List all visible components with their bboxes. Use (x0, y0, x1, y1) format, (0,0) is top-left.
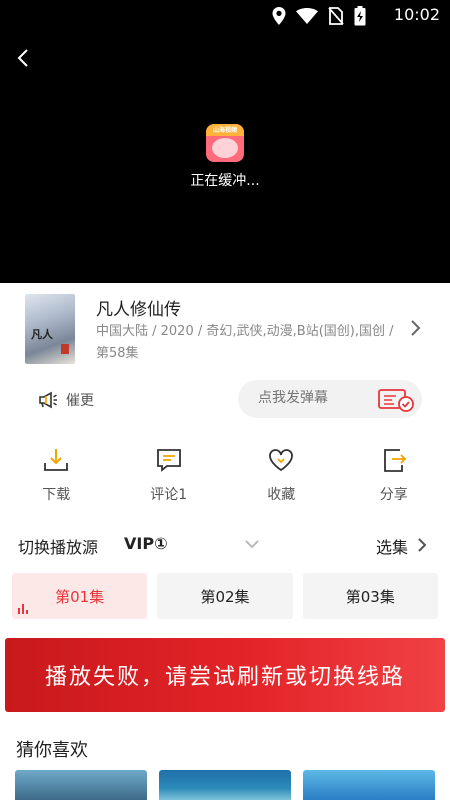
chevron-right-icon[interactable] (408, 319, 422, 337)
show-info-card[interactable]: 凡人 凡人修仙传 中国大陆 / 2020 / 奇幻,武侠,动漫,B站(国创),国… (0, 283, 450, 373)
location-icon (272, 7, 286, 25)
share-icon (383, 449, 407, 472)
megaphone-icon (39, 391, 57, 409)
recommend-title: 猜你喜欢 (16, 740, 88, 761)
share-button[interactable]: 分享 (338, 446, 450, 516)
buffering-text: 正在缓冲... (190, 173, 260, 189)
heart-icon (269, 449, 294, 472)
urge-label: 催更 (66, 393, 94, 409)
show-meta: 中国大陆 / 2020 / 奇幻,武侠,动漫,B站(国创),国创 / 第58集 (96, 324, 394, 361)
status-bar: 10:02 (0, 0, 450, 30)
wifi-icon (296, 8, 318, 24)
danmaku-bar (238, 380, 422, 418)
source-row: 切换播放源 VIP① 选集 (0, 530, 450, 560)
recommend-card[interactable] (15, 770, 147, 800)
back-arrow-icon[interactable] (12, 46, 36, 70)
comment-button[interactable]: 评论1 (113, 446, 226, 516)
recommend-card[interactable] (159, 770, 291, 800)
source-label: 切换播放源 (18, 538, 99, 557)
recommend-list (15, 770, 435, 800)
chevron-down-icon[interactable] (244, 538, 260, 550)
comment-icon (156, 449, 181, 472)
episode-item[interactable]: 第01集 (12, 573, 148, 619)
recommend-card[interactable] (303, 770, 435, 800)
download-icon (44, 449, 69, 471)
action-bar: 下载 评论1 收藏 分享 (0, 446, 450, 516)
show-poster: 凡人 (25, 294, 75, 364)
show-title: 凡人修仙传 (96, 300, 181, 320)
urge-update-button[interactable]: 催更 (38, 390, 94, 410)
app-logo: 山海视频 (206, 124, 244, 162)
buffering-indicator: 山海视频 正在缓冲... (0, 124, 450, 190)
episode-item[interactable]: 第03集 (302, 573, 438, 619)
episode-item[interactable]: 第02集 (157, 573, 293, 619)
status-time: 10:02 (393, 5, 440, 24)
chevron-right-icon[interactable] (416, 536, 428, 554)
video-player[interactable]: 10:02 山海视频 正在缓冲... (0, 0, 450, 283)
danmaku-toggle-icon[interactable] (378, 388, 414, 412)
playing-bars-icon (18, 604, 28, 614)
episode-list: 第01集 第02集 第03集 (12, 573, 438, 619)
episode-picker-link[interactable]: 选集 (376, 534, 408, 558)
no-sim-icon (328, 7, 344, 25)
download-button[interactable]: 下载 (0, 446, 113, 516)
favorite-button[interactable]: 收藏 (225, 446, 338, 516)
danmaku-input[interactable] (258, 390, 368, 406)
source-select[interactable]: VIP① (124, 534, 168, 553)
battery-charging-icon (354, 6, 366, 26)
error-banner[interactable]: 播放失败，请尝试刷新或切换线路 (5, 638, 445, 712)
